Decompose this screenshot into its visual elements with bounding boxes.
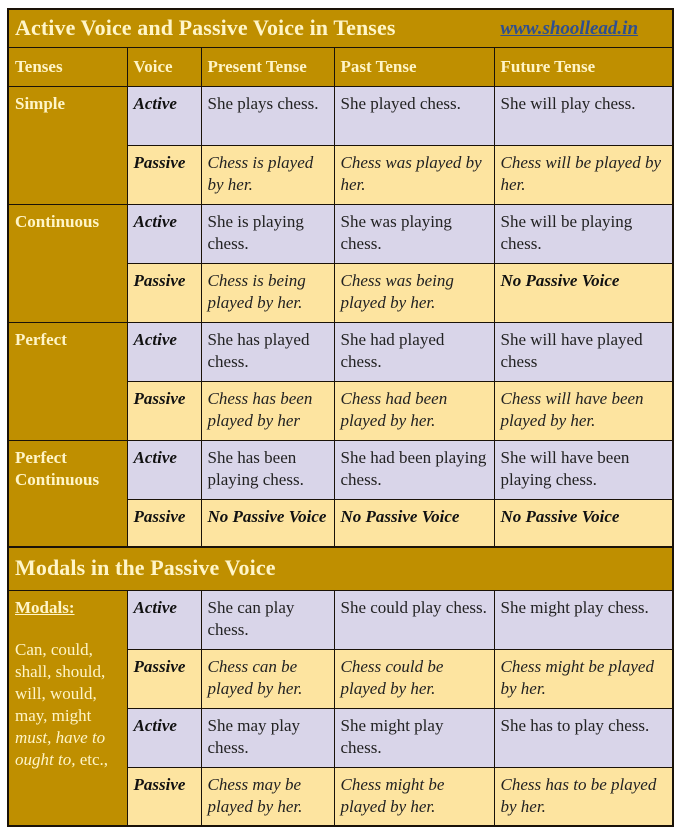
- voice-label: Active: [126, 204, 202, 264]
- modal-cell: Chess might be played by her.: [493, 649, 674, 709]
- future-cell: She will play chess.: [493, 86, 674, 146]
- past-cell: Chess was played by her.: [333, 145, 495, 205]
- present-cell: Chess has been played by her: [200, 381, 335, 441]
- no-passive-voice-cell: No Passive Voice: [493, 263, 674, 323]
- past-cell: She had been playing chess.: [333, 440, 495, 500]
- future-cell: She will have played chess: [493, 322, 674, 382]
- modal-cell: She has to play chess.: [493, 708, 674, 768]
- past-cell: Chess had been played by her.: [333, 381, 495, 441]
- modals-title-cell: Modals in the Passive Voice: [7, 546, 674, 591]
- table-row: Perfect Continuous Active She has been p…: [7, 440, 674, 560]
- present-cell: She is playing chess.: [200, 204, 335, 264]
- header-tenses: Tenses: [7, 47, 128, 87]
- modal-cell: Chess might be played by her.: [333, 767, 495, 826]
- present-cell: She plays chess.: [200, 86, 335, 146]
- header-future: Future Tense: [493, 47, 674, 87]
- voice-label: Active: [126, 86, 202, 146]
- modals-table: Modals in the Passive Voice Modals: Can,…: [7, 546, 674, 827]
- modals-list-plain: Can, could, shall, should, will, would, …: [15, 640, 106, 725]
- present-cell: Chess is being played by her.: [200, 263, 335, 323]
- past-cell: Chess was being played by her.: [333, 263, 495, 323]
- tenses-title-cell: Active Voice and Passive Voice in Tenses…: [7, 8, 674, 48]
- modal-cell: She may play chess.: [200, 708, 335, 768]
- modals-heading: Modals:: [15, 598, 75, 617]
- header-past: Past Tense: [333, 47, 495, 87]
- future-cell: She will be playing chess.: [493, 204, 674, 264]
- voice-label: Passive: [126, 263, 202, 323]
- present-cell: She has been playing chess.: [200, 440, 335, 500]
- tenses-table: Active Voice and Passive Voice in Tenses…: [7, 8, 675, 560]
- future-cell: Chess will have been played by her.: [493, 381, 674, 441]
- tense-label-continuous: Continuous: [7, 204, 128, 323]
- table-row: Continuous Active She is playing chess. …: [7, 204, 674, 323]
- modal-cell: She might play chess.: [333, 708, 495, 768]
- voice-label: Passive: [126, 767, 202, 826]
- tenses-title-row: Active Voice and Passive Voice in Tenses…: [7, 8, 674, 48]
- tenses-header-row: Tenses Voice Present Tense Past Tense Fu…: [7, 47, 674, 87]
- modals-list-tail: etc.,: [75, 750, 109, 769]
- voice-label: Active: [126, 322, 202, 382]
- voice-label: Passive: [126, 649, 202, 709]
- modals-list-cell: Modals: Can, could, shall, should, will,…: [7, 590, 128, 826]
- modal-cell: Chess has to be played by her.: [493, 767, 674, 826]
- past-cell: She played chess.: [333, 86, 495, 146]
- voice-label: Active: [126, 708, 202, 768]
- modal-cell: She could play chess.: [333, 590, 495, 650]
- modal-cell: Chess could be played by her.: [333, 649, 495, 709]
- table-row: Simple Active She plays chess. She playe…: [7, 86, 674, 205]
- future-cell: Chess will be played by her.: [493, 145, 674, 205]
- table-row: Perfect Active She has played chess. She…: [7, 322, 674, 441]
- modal-cell: Chess may be played by her.: [200, 767, 335, 826]
- past-cell: She was playing chess.: [333, 204, 495, 264]
- modal-cell: She can play chess.: [200, 590, 335, 650]
- voice-label: Passive: [126, 145, 202, 205]
- modals-list: Can, could, shall, should, will, would, …: [15, 639, 121, 771]
- tense-label-perfect-continuous: Perfect Continuous: [7, 440, 128, 560]
- site-link[interactable]: www.shoollead.in: [500, 18, 638, 40]
- table-row: Modals: Can, could, shall, should, will,…: [7, 590, 674, 826]
- tenses-table-title: Active Voice and Passive Voice in Tenses: [15, 14, 396, 40]
- modals-title-row: Modals in the Passive Voice: [7, 546, 674, 591]
- modal-cell: Chess can be played by her.: [200, 649, 335, 709]
- present-cell: She has played chess.: [200, 322, 335, 382]
- tense-label-simple: Simple: [7, 86, 128, 205]
- present-cell: Chess is played by her.: [200, 145, 335, 205]
- future-cell: She will have been playing chess.: [493, 440, 674, 500]
- modal-cell: She might play chess.: [493, 590, 674, 650]
- past-cell: She had played chess.: [333, 322, 495, 382]
- modals-table-title: Modals in the Passive Voice: [15, 555, 276, 580]
- voice-label: Active: [126, 590, 202, 650]
- voice-label: Passive: [126, 381, 202, 441]
- tense-label-perfect: Perfect: [7, 322, 128, 441]
- header-voice: Voice: [126, 47, 202, 87]
- header-present: Present Tense: [200, 47, 335, 87]
- voice-label: Active: [126, 440, 202, 500]
